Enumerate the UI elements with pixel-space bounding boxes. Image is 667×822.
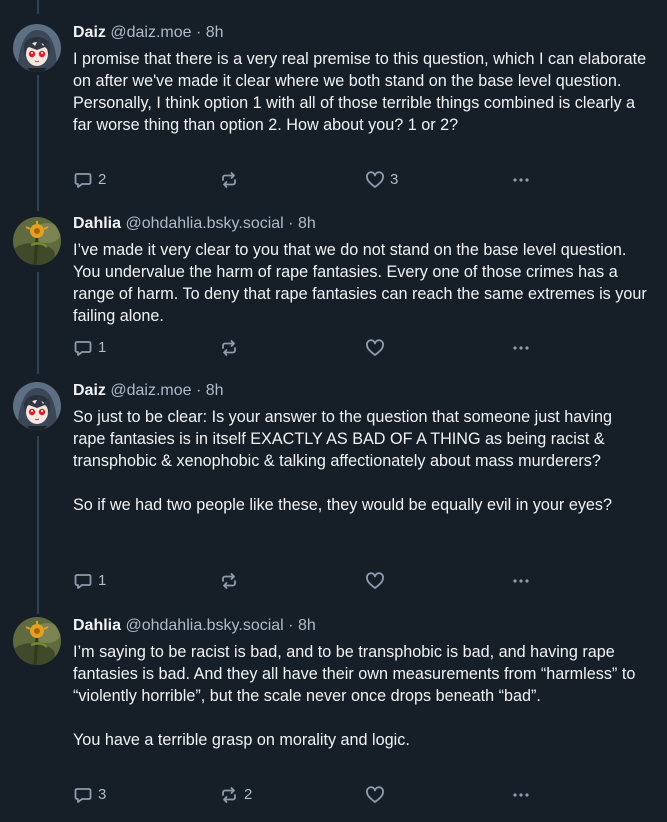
- more-options-button[interactable]: [511, 169, 531, 191]
- post-body: I’ve made it very clear to you that we d…: [73, 239, 648, 327]
- avatar[interactable]: [13, 382, 61, 430]
- post-body: I’m saying to be racist is bad, and to b…: [73, 641, 648, 751]
- author-name[interactable]: Daiz: [73, 382, 106, 399]
- more-options-button[interactable]: [511, 784, 531, 806]
- post-paragraph: So if we had two people like these, they…: [73, 496, 613, 514]
- post[interactable]: Dahlia @ohdahlia.bsky.social · 8h I’m sa…: [0, 597, 667, 822]
- avatar[interactable]: [13, 217, 61, 265]
- author-handle[interactable]: @ohdahlia.bsky.social: [125, 215, 283, 232]
- speech-bubble-icon: [74, 173, 92, 188]
- speech-bubble-icon: [74, 574, 92, 589]
- separator-dot: ·: [195, 24, 202, 41]
- ellipsis-icon: [513, 793, 529, 797]
- post-time[interactable]: 8h: [298, 215, 316, 232]
- post-actions: 2 3: [73, 169, 543, 191]
- avatar[interactable]: [13, 617, 61, 665]
- repost-button[interactable]: [219, 169, 244, 191]
- author-handle[interactable]: @daiz.moe: [110, 24, 191, 41]
- author-name[interactable]: Daiz: [73, 24, 106, 41]
- ellipsis-icon: [513, 346, 529, 350]
- reply-count: 2: [98, 171, 107, 188]
- post[interactable]: Dahlia @ohdahlia.bsky.social · 8h I’ve m…: [0, 204, 667, 369]
- post-paragraph: I promise that there is a very real prem…: [73, 50, 647, 134]
- like-button[interactable]: [365, 784, 390, 806]
- post-time[interactable]: 8h: [206, 24, 224, 41]
- repost-count: 2: [244, 786, 253, 803]
- reply-button[interactable]: 1: [73, 570, 106, 592]
- reply-button[interactable]: 1: [73, 337, 106, 359]
- more-options-button[interactable]: [511, 337, 531, 359]
- post-paragraph: I’ve made it very clear to you that we d…: [73, 241, 647, 325]
- post-actions: 1: [73, 337, 543, 359]
- repost-button[interactable]: 2: [219, 784, 252, 806]
- post-actions: 1: [73, 570, 543, 592]
- post-header: Dahlia @ohdahlia.bsky.social · 8h: [73, 214, 316, 234]
- post[interactable]: Daiz @daiz.moe · 8h So just to be clear:…: [0, 369, 667, 597]
- reply-button[interactable]: 2: [73, 169, 106, 191]
- like-count: 3: [390, 171, 399, 188]
- repost-arrows-icon: [222, 787, 236, 803]
- speech-bubble-icon: [74, 788, 92, 803]
- repost-arrows-icon: [222, 340, 236, 356]
- post-actions: 3 2: [73, 784, 543, 806]
- post-header: Daiz @daiz.moe · 8h: [73, 23, 224, 43]
- ellipsis-icon: [513, 579, 529, 583]
- reply-count: 1: [98, 572, 107, 589]
- author-handle[interactable]: @daiz.moe: [110, 382, 191, 399]
- ellipsis-icon: [513, 178, 529, 182]
- reply-button[interactable]: 3: [73, 784, 106, 806]
- more-options-button[interactable]: [511, 570, 531, 592]
- heart-icon: [366, 786, 384, 803]
- reply-count: 3: [98, 786, 107, 803]
- author-name[interactable]: Dahlia: [73, 215, 121, 232]
- post-body: I promise that there is a very real prem…: [73, 48, 648, 136]
- separator-dot: ·: [288, 617, 294, 634]
- post-paragraph: So just to be clear: Is your answer to t…: [73, 408, 612, 470]
- post-header: Dahlia @ohdahlia.bsky.social · 8h: [73, 616, 316, 636]
- repost-arrows-icon: [222, 172, 236, 188]
- heart-icon: [366, 572, 384, 589]
- post[interactable]: Daiz @daiz.moe · 8h I promise that there…: [0, 0, 667, 204]
- post-header: Daiz @daiz.moe · 8h: [73, 381, 224, 401]
- separator-dot: ·: [195, 382, 202, 399]
- repost-button[interactable]: [219, 570, 244, 592]
- like-button[interactable]: [365, 337, 390, 359]
- like-button[interactable]: 3: [365, 169, 398, 191]
- repost-button[interactable]: [219, 337, 244, 359]
- post-paragraph: I’m saying to be racist is bad, and to b…: [73, 643, 636, 705]
- avatar[interactable]: [13, 24, 61, 72]
- author-handle[interactable]: @ohdahlia.bsky.social: [125, 617, 283, 634]
- author-name[interactable]: Dahlia: [73, 617, 121, 634]
- separator-dot: ·: [288, 215, 294, 232]
- post-paragraph: You have a terrible grasp on morality an…: [73, 731, 410, 749]
- heart-icon: [366, 171, 384, 188]
- post-time[interactable]: 8h: [206, 382, 224, 399]
- reply-count: 1: [98, 339, 107, 356]
- repost-arrows-icon: [222, 573, 236, 589]
- post-time[interactable]: 8h: [298, 617, 316, 634]
- post-body: So just to be clear: Is your answer to t…: [73, 406, 648, 516]
- heart-icon: [366, 339, 384, 356]
- speech-bubble-icon: [74, 341, 92, 356]
- like-button[interactable]: [365, 570, 390, 592]
